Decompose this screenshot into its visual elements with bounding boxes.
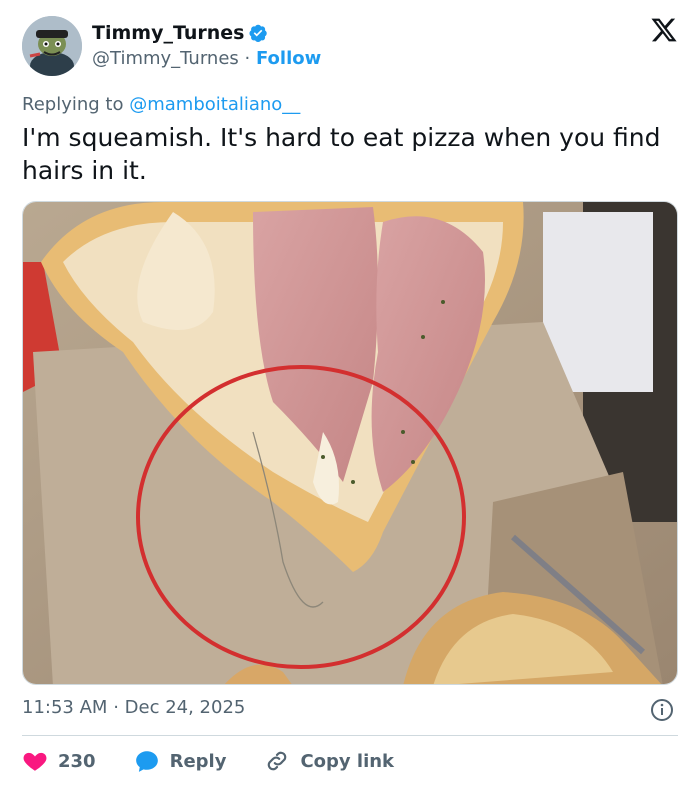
x-logo-icon[interactable] [650, 16, 678, 44]
verified-badge-icon [249, 24, 268, 43]
reply-button[interactable]: Reply [134, 748, 227, 774]
copy-link-label: Copy link [300, 750, 395, 772]
link-icon [268, 751, 287, 771]
timestamp-separator: · [113, 697, 119, 718]
tweet-date: Dec 24, 2025 [124, 697, 246, 718]
like-button[interactable]: 230 [22, 748, 96, 774]
tweet-text: I'm squeamish. It's hard to eat pizza wh… [22, 123, 661, 185]
info-icon[interactable] [650, 698, 674, 722]
avatar-image [22, 16, 82, 76]
author-avatar[interactable] [22, 16, 82, 76]
follow-button[interactable]: Follow [256, 48, 321, 69]
reply-mention-link[interactable]: @mamboitaliano__ [129, 94, 300, 115]
tweet-actions: 230 Reply Copy link [22, 748, 432, 774]
actions-divider [22, 735, 678, 736]
handle-separator: · [244, 48, 251, 69]
author-display-name[interactable]: Timmy_Turnes [92, 22, 244, 44]
author-handle-row: @Timmy_Turnes · Follow [92, 48, 321, 69]
tweet-photo[interactable] [22, 201, 678, 685]
copy-link-button[interactable]: Copy link [264, 748, 394, 774]
replying-to-line: Replying to @mamboitaliano__ [22, 94, 300, 115]
speech-bubble-icon [135, 751, 158, 772]
replying-prefix: Replying to [22, 94, 124, 115]
heart-icon [23, 752, 47, 771]
tweet-timestamp[interactable]: 11:53 AM · Dec 24, 2025 [22, 697, 245, 718]
author-name-row[interactable]: Timmy_Turnes [92, 22, 268, 44]
like-count: 230 [58, 750, 96, 772]
reply-label: Reply [169, 750, 227, 772]
author-handle[interactable]: @Timmy_Turnes [92, 48, 239, 69]
pizza-photo-image [23, 202, 677, 684]
tweet-time: 11:53 AM [22, 697, 108, 718]
